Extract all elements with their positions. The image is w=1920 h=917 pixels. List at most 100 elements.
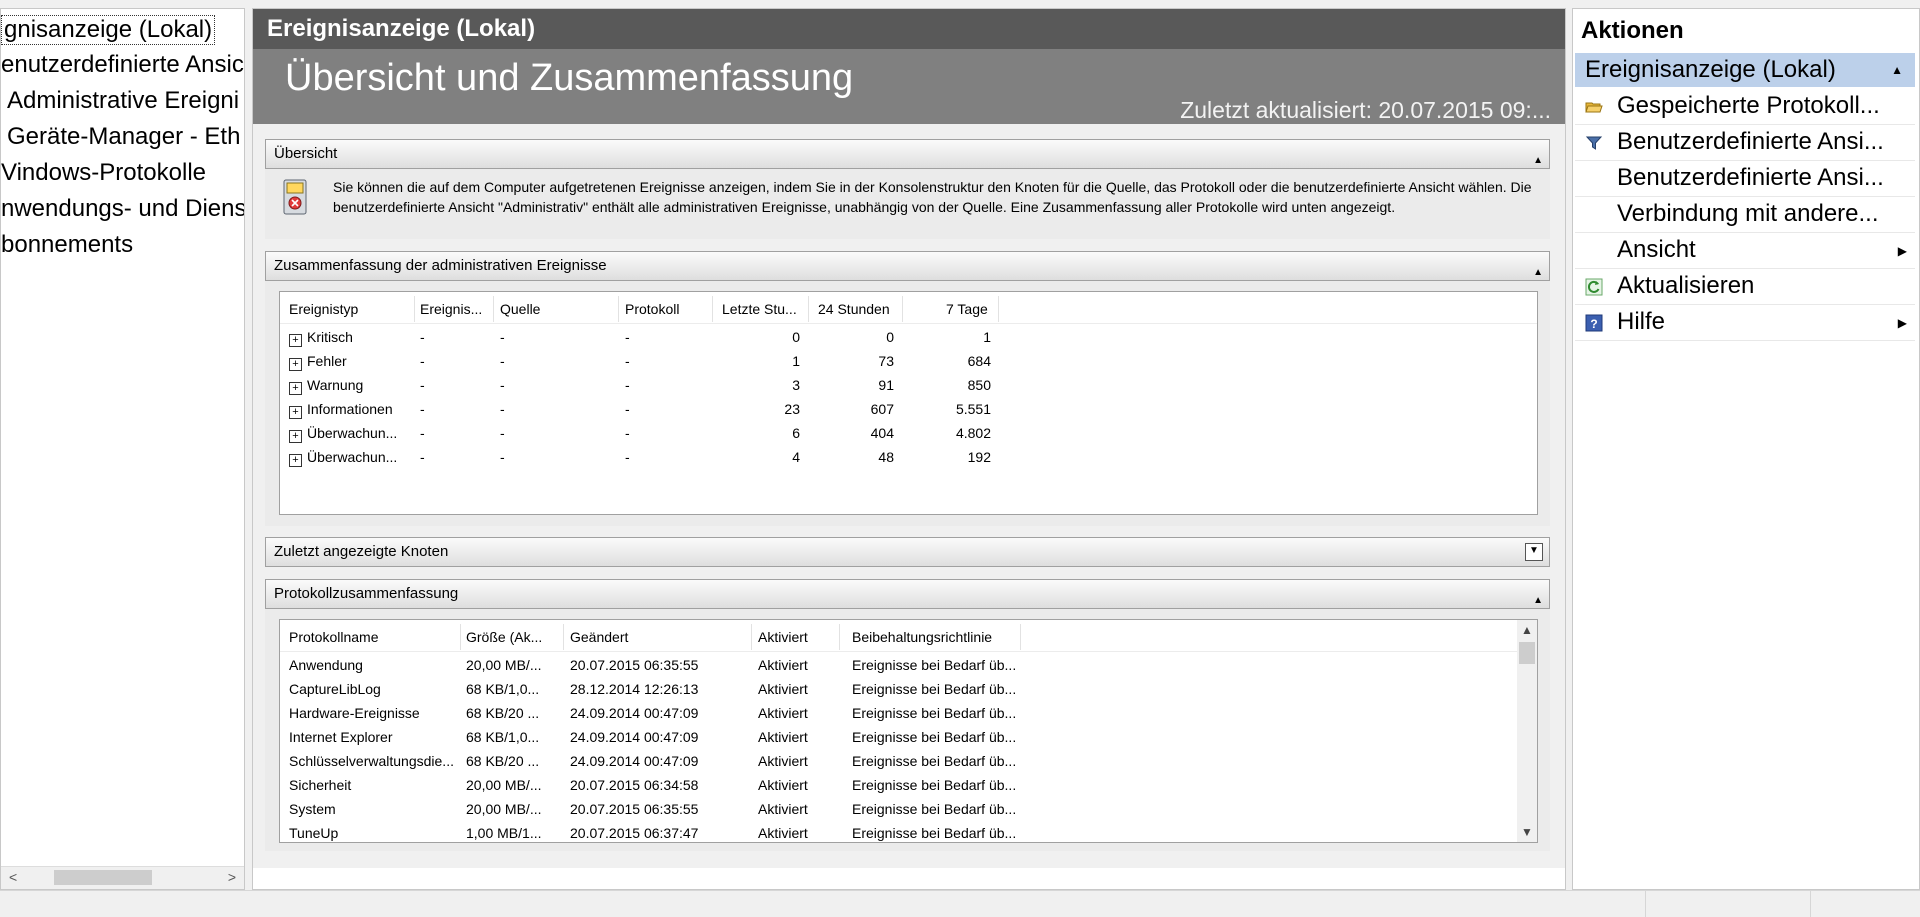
tree-item-custom-views[interactable]: enutzerdefinierte Ansic (1, 51, 244, 79)
tree-item-administrative-events[interactable]: Administrative Ereigni (7, 87, 239, 115)
log-name-cell: Internet Explorer (289, 729, 393, 745)
recent-nodes-section-header[interactable]: Zuletzt angezeigte Knoten ▼ (265, 537, 1550, 567)
log-table-vertical-scrollbar[interactable]: ▲ ▼ (1517, 620, 1537, 842)
scroll-up-icon[interactable]: ▲ (1521, 623, 1533, 637)
source-cell: - (500, 449, 505, 465)
log-cell: - (625, 401, 630, 417)
tree-item-subscriptions[interactable]: bonnements (1, 231, 133, 259)
scrollbar-thumb[interactable] (54, 870, 152, 885)
24-hours-cell: 607 (870, 401, 894, 417)
scrollbar-thumb[interactable] (1519, 642, 1535, 664)
center-pane: Ereignisanzeige (Lokal) Übersicht und Zu… (252, 8, 1566, 890)
tree-item-windows-logs[interactable]: Vindows-Protokolle (1, 159, 206, 187)
column-divider[interactable] (414, 296, 415, 322)
enabled-cell: Aktiviert (758, 753, 808, 769)
event-id-cell: - (420, 353, 425, 369)
summary-banner: Übersicht und Zusammenfassung Zuletzt ak… (253, 49, 1565, 124)
action-label: Hilfe (1617, 308, 1666, 335)
action-import-custom-view[interactable]: Benutzerdefinierte Ansi... (1575, 161, 1915, 197)
col-header-retention-policy[interactable]: Beibehaltungsrichtlinie (852, 626, 992, 648)
action-label: Verbindung mit andere... (1617, 200, 1879, 227)
col-header-last-hour[interactable]: Letzte Stu... (722, 298, 797, 320)
expand-plus-icon[interactable]: + (289, 358, 302, 371)
collapse-up-icon[interactable]: ▲ (1891, 53, 1903, 87)
last-hour-cell: 3 (792, 377, 800, 393)
modified-cell: 28.12.2014 12:26:13 (570, 681, 699, 697)
action-connect-computer[interactable]: Verbindung mit andere... (1575, 197, 1915, 233)
col-header-size[interactable]: Größe (Ak... (466, 626, 542, 648)
event-type-cell: + Informationen (289, 398, 393, 420)
col-header-source[interactable]: Quelle (500, 298, 540, 320)
size-cell: 68 KB/1,0... (466, 681, 540, 697)
column-divider[interactable] (751, 624, 752, 650)
enabled-cell: Aktiviert (758, 729, 808, 745)
retention-cell: Ereignisse bei Bedarf üb... (852, 777, 1017, 793)
action-view[interactable]: Ansicht ▶ (1575, 233, 1915, 269)
summary-content: Übersicht ▲ Sie können die auf dem Compu… (253, 124, 1565, 868)
modified-cell: 24.09.2014 00:47:09 (570, 729, 699, 745)
expand-down-icon[interactable]: ▼ (1525, 543, 1543, 561)
status-divider (1645, 891, 1646, 917)
overview-section-header[interactable]: Übersicht ▲ (265, 139, 1550, 169)
event-type-cell: + Überwachun... (289, 422, 397, 444)
col-header-log-name[interactable]: Protokollname (289, 626, 379, 648)
expand-plus-icon[interactable]: + (289, 334, 302, 347)
column-divider[interactable] (1020, 624, 1021, 650)
col-header-24-hours[interactable]: 24 Stunden (818, 298, 890, 320)
col-header-event-id[interactable]: Ereignis... (420, 298, 482, 320)
expand-plus-icon[interactable]: + (289, 382, 302, 395)
action-create-custom-view[interactable]: Benutzerdefinierte Ansi... (1575, 125, 1915, 161)
event-id-cell: - (420, 401, 425, 417)
7-days-cell: 850 (967, 377, 991, 393)
log-cell: - (625, 449, 630, 465)
scroll-left-icon[interactable]: < (9, 869, 17, 885)
action-open-saved-log[interactable]: Gespeicherte Protokoll... (1575, 89, 1915, 125)
help-icon: ? (1585, 314, 1603, 332)
expand-plus-icon[interactable]: + (289, 430, 302, 443)
source-cell: - (500, 353, 505, 369)
col-header-7-days[interactable]: 7 Tage (946, 298, 988, 320)
action-help[interactable]: ? Hilfe ▶ (1575, 305, 1915, 341)
24-hours-cell: 91 (878, 377, 894, 393)
recent-nodes-section-title: Zuletzt angezeigte Knoten (274, 543, 449, 560)
column-divider[interactable] (839, 624, 840, 650)
last-updated-text: Zuletzt aktualisiert: 20.07.2015 09:... (1180, 97, 1551, 123)
enabled-cell: Aktiviert (758, 681, 808, 697)
modified-cell: 20.07.2015 06:34:58 (570, 777, 699, 793)
24-hours-cell: 0 (886, 329, 894, 345)
expand-plus-icon[interactable]: + (289, 406, 302, 419)
scroll-right-icon[interactable]: > (228, 869, 236, 885)
column-divider[interactable] (998, 296, 999, 322)
col-header-enabled[interactable]: Aktiviert (758, 626, 808, 648)
col-header-modified[interactable]: Geändert (570, 626, 628, 648)
column-divider[interactable] (460, 624, 461, 650)
action-refresh[interactable]: Aktualisieren (1575, 269, 1915, 305)
size-cell: 20,00 MB/... (466, 657, 542, 673)
tree-horizontal-scrollbar[interactable]: < > (1, 866, 244, 889)
center-title: Ereignisanzeige (Lokal) (253, 9, 1565, 49)
column-divider[interactable] (618, 296, 619, 322)
actions-group-header[interactable]: Ereignisanzeige (Lokal) ▲ (1575, 53, 1915, 87)
log-summary-table: Protokollname Größe (Ak... Geändert Akti… (279, 619, 1538, 843)
retention-cell: Ereignisse bei Bedarf üb... (852, 729, 1017, 745)
scroll-down-icon[interactable]: ▼ (1521, 825, 1533, 839)
enabled-cell: Aktiviert (758, 801, 808, 817)
7-days-cell: 192 (967, 449, 991, 465)
col-header-event-type[interactable]: Ereignistyp (289, 298, 358, 320)
column-divider[interactable] (563, 624, 564, 650)
action-label: Benutzerdefinierte Ansi... (1617, 164, 1884, 191)
tree-item-device-manager[interactable]: Geräte-Manager - Eth (7, 123, 240, 151)
event-id-cell: - (420, 449, 425, 465)
admin-summary-section-header[interactable]: Zusammenfassung der administrativen Erei… (265, 251, 1550, 281)
log-summary-section-header[interactable]: Protokollzusammenfassung ▲ (265, 579, 1550, 609)
column-divider[interactable] (493, 296, 494, 322)
expand-plus-icon[interactable]: + (289, 454, 302, 467)
tree-item-event-viewer-local[interactable]: gnisanzeige (Lokal) (1, 15, 216, 45)
tree-item-applications-services-logs[interactable]: nwendungs- und Diens (1, 195, 244, 223)
column-divider[interactable] (808, 296, 809, 322)
column-divider[interactable] (712, 296, 713, 322)
col-header-log[interactable]: Protokoll (625, 298, 679, 320)
action-label: Gespeicherte Protokoll... (1617, 92, 1880, 119)
submenu-arrow-icon: ▶ (1897, 244, 1907, 258)
column-divider[interactable] (902, 296, 903, 322)
